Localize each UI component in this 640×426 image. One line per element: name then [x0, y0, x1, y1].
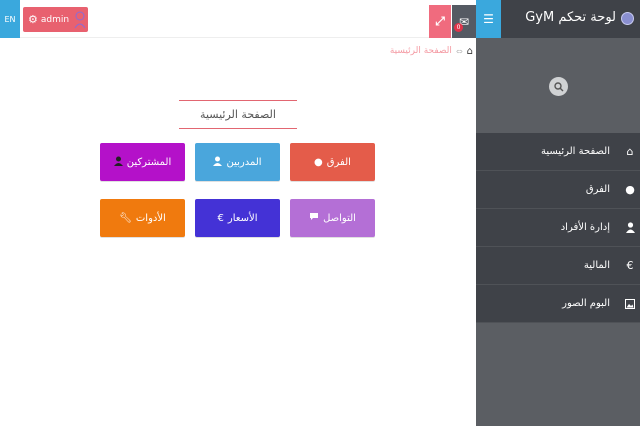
- sidebar-item-home[interactable]: الصفحة الرئيسية ⌂: [476, 133, 640, 171]
- breadcrumb-current[interactable]: الصفحة الرئيسية: [390, 46, 452, 56]
- home-icon[interactable]: ⌂: [467, 46, 473, 57]
- user-icon: [113, 156, 123, 169]
- tile-label: المشتركين: [126, 156, 172, 168]
- tile-label: الأدوات: [135, 212, 166, 224]
- avatar: [72, 10, 88, 30]
- comment-icon: [309, 212, 319, 224]
- sidebar-item-gallery[interactable]: البوم الصور: [476, 285, 640, 323]
- wrench-icon: 🔧︎: [119, 212, 132, 224]
- tile-subscribers[interactable]: المشتركين: [100, 143, 185, 181]
- globe-icon: ●: [620, 171, 640, 208]
- tile-label: المدربين: [226, 156, 262, 168]
- sidebar-item-label: إدارة الأفراد: [560, 222, 610, 233]
- tile-contact[interactable]: التواصل: [290, 199, 375, 237]
- admin-label: admin: [40, 14, 70, 25]
- euro-icon: €: [620, 247, 640, 284]
- tile-label: الفرق: [326, 156, 351, 168]
- euro-icon: €: [217, 212, 224, 224]
- messages-badge: 0: [454, 23, 463, 32]
- sidebar-item-teams[interactable]: الفرق ●: [476, 171, 640, 209]
- sidebar-item-members[interactable]: إدارة الأفراد: [476, 209, 640, 247]
- sidebar-item-finance[interactable]: المالية €: [476, 247, 640, 285]
- breadcrumb-separator-icon: ⇔: [455, 46, 463, 56]
- language-button[interactable]: EN: [0, 0, 20, 38]
- top-bar: EN ⚙ admin ⤢ ✉ 0: [0, 0, 476, 38]
- sidebar: ☰ لوحة تحكم GyM الصفحة الرئيسية ⌂ الفرق …: [476, 0, 640, 426]
- globe-icon: ●: [314, 156, 323, 168]
- page-title-text: الصفحة الرئيسية: [200, 108, 276, 121]
- user-icon: [620, 209, 640, 246]
- brand-title[interactable]: لوحة تحكم GyM: [525, 10, 616, 25]
- page: EN ⚙ admin ⤢ ✉ 0 ⌂ ⇔ الصفحة الرئيسية الص…: [0, 0, 640, 426]
- page-title: الصفحة الرئيسية: [179, 100, 297, 129]
- tile-label: الأسعار: [227, 212, 258, 224]
- image-icon: [620, 285, 640, 322]
- user-icon: [213, 156, 223, 169]
- language-label: EN: [4, 14, 16, 24]
- search-icon[interactable]: [549, 77, 568, 96]
- home-icon: ⌂: [620, 133, 640, 170]
- sidebar-item-label: الفرق: [585, 184, 610, 195]
- sidebar-item-label: المالية: [583, 260, 610, 271]
- admin-menu-button[interactable]: ⚙ admin: [23, 7, 88, 32]
- sidebar-menu: الصفحة الرئيسية ⌂ الفرق ● إدارة الأفراد …: [476, 133, 640, 323]
- tile-prices[interactable]: الأسعار €: [195, 199, 280, 237]
- hamburger-icon: ☰: [483, 12, 494, 26]
- tile-coaches[interactable]: المدربين: [195, 143, 280, 181]
- brand-logo-icon: [621, 12, 634, 25]
- menu-toggle-button[interactable]: ☰: [476, 0, 501, 38]
- messages-button[interactable]: ✉ 0: [452, 5, 476, 38]
- brand-bar: ☰ لوحة تحكم GyM: [476, 0, 640, 38]
- sidebar-item-label: الصفحة الرئيسية: [541, 146, 610, 157]
- breadcrumb: ⌂ ⇔ الصفحة الرئيسية: [390, 44, 473, 58]
- tile-label: التواصل: [323, 212, 356, 224]
- fullscreen-button[interactable]: ⤢: [429, 5, 451, 38]
- sidebar-item-label: البوم الصور: [562, 298, 610, 309]
- expand-icon: ⤢: [435, 14, 445, 28]
- tile-teams[interactable]: الفرق ●: [290, 143, 375, 181]
- tile-tools[interactable]: الأدوات 🔧︎: [100, 199, 185, 237]
- gear-icon: ⚙: [28, 13, 38, 26]
